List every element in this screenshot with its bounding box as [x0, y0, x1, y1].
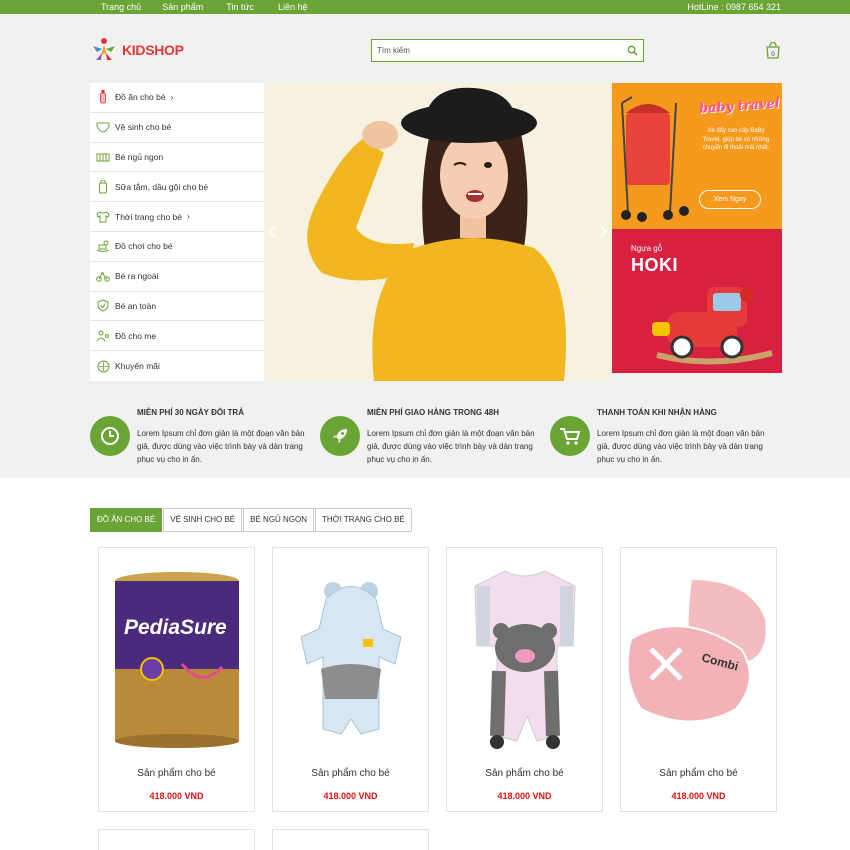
sidebar-item-hygiene[interactable]: Vệ sinh cho bé [90, 113, 264, 143]
feature-desc: Lorem Ipsum chỉ đơn giản là một đoạn văn… [367, 429, 535, 464]
nav-news[interactable]: Tin tức [226, 0, 254, 14]
product-name[interactable]: Sản phẩm cho bé [621, 768, 776, 779]
sidebar-item-label: Bé an toàn [115, 300, 157, 311]
product-name[interactable]: Sản phẩm cho bé [99, 768, 254, 779]
clock-icon [90, 416, 130, 456]
product-brand-text: PediaSure [124, 616, 227, 639]
tab-hygiene[interactable]: VỆ SINH CHO BÉ [163, 508, 243, 532]
sidebar-item-bath[interactable]: Sữa tắm, dầu gội cho bé [90, 172, 264, 203]
sidebar-item-sleep[interactable]: Bé ngủ ngon [90, 143, 264, 173]
logo[interactable]: KIDSHOP [90, 36, 184, 64]
tab-fashion[interactable]: THỜI TRANG CHO BÉ [315, 508, 412, 532]
product-card[interactable] [272, 829, 429, 850]
gift-icon [96, 359, 110, 373]
sidebar-item-label: Vệ sinh cho bé [115, 122, 172, 133]
sidebar-item-label: Đồ chơi cho bé [115, 241, 173, 252]
shampoo-icon [96, 179, 110, 194]
search-box [371, 39, 644, 62]
ad1-text: Xe đẩy cao cấp BaBy Travel, giúp bé có n… [702, 128, 770, 151]
cart-count: 0 [771, 52, 775, 58]
crib-icon [96, 150, 110, 164]
sidebar-item-label: Đồ ăn cho bé [115, 92, 166, 103]
logo-icon [93, 38, 115, 60]
product-price: 418.000 VND [149, 791, 204, 801]
sidebar-item-toys[interactable]: Đồ chơi cho bé [90, 232, 264, 262]
top-nav: Trang chủ Sản phẩm Tin tức Liên hệ [101, 0, 307, 14]
rocket-icon [320, 416, 360, 456]
sidebar-item-label: Thời trang cho bé [115, 211, 182, 222]
ad1-brand: baby travel [698, 96, 781, 117]
cart-icon [550, 416, 590, 456]
chevron-right-icon: › [187, 212, 190, 222]
product-price: 418.000 VND [671, 791, 726, 801]
hotline: HotLine : 0987 654 321 [687, 2, 781, 12]
mother-icon [96, 329, 110, 343]
sidebar-item-label: Bé ra ngoài [115, 271, 159, 282]
ad-rocking-horse[interactable]: Ngựa gỗ HOKI [612, 229, 782, 373]
rocking-horse-illustration [652, 287, 773, 365]
logo-text: KIDSHOP [122, 42, 184, 58]
product-card[interactable]: PediaSure Sản phẩm cho bé 418.000 VND [98, 547, 255, 812]
sidebar-item-mother[interactable]: Đồ cho mẹ [90, 321, 264, 352]
tricycle-icon [96, 269, 110, 283]
feature-title: MIỄN PHÍ 30 NGÀY ĐỔI TRẢ [137, 408, 244, 417]
ad2-subtitle: Ngựa gỗ [631, 244, 663, 253]
feature-title: THANH TOÁN KHI NHẬN HÀNG [597, 408, 717, 417]
sidebar-item-promotion[interactable]: Khuyến mãi [90, 351, 264, 381]
feature-desc: Lorem Ipsum chỉ đơn giản là một đoạn văn… [597, 429, 765, 464]
category-sidebar: Đồ ăn cho bé › Vệ sinh cho bé Bé ngủ ngo… [90, 83, 264, 381]
bottle-icon [96, 90, 110, 104]
sidebar-item-food[interactable]: Đồ ăn cho bé › [90, 83, 264, 113]
sidebar-item-label: Bé ngủ ngon [115, 151, 164, 162]
search-input[interactable] [372, 40, 612, 61]
tab-food[interactable]: ĐỒ ĂN CHO BÉ [90, 508, 163, 532]
banner-prev-arrow[interactable]: ‹ [268, 216, 277, 244]
product-name[interactable]: Sản phẩm cho bé [447, 768, 602, 779]
sidebar-item-label: Khuyến mãi [115, 361, 160, 372]
product-card[interactable]: Sản phẩm cho bé 418.000 VND [446, 547, 603, 812]
shield-icon [96, 299, 110, 313]
stroller-illustration [621, 96, 689, 222]
feature-desc: Lorem Ipsum chỉ đơn giản là một đoạn văn… [137, 429, 305, 464]
cart-bag-icon[interactable]: 0 [765, 42, 781, 59]
banner-woman-illustration [264, 83, 612, 381]
search-icon[interactable] [627, 45, 638, 56]
sidebar-item-label: Sữa tắm, dầu gội cho bé [115, 181, 209, 192]
product-image-romper[interactable] [273, 556, 428, 761]
product-tabs: ĐỒ ĂN CHO BÉ VỆ SINH CHO BÉ BÉ NGỦ NGON … [90, 508, 413, 532]
chevron-right-icon: › [170, 92, 174, 102]
nav-contact[interactable]: Liên hệ [278, 0, 308, 14]
tab-sleep[interactable]: BÉ NGỦ NGON [243, 508, 315, 532]
product-price: 418.000 VND [497, 791, 552, 801]
product-card[interactable]: Combi Sản phẩm cho bé 418.000 VND [620, 547, 777, 812]
view-now-button[interactable]: Xem Ngay [699, 190, 761, 209]
nav-home[interactable]: Trang chủ [101, 0, 141, 14]
sidebar-item-outdoor[interactable]: Bé ra ngoài [90, 262, 264, 292]
sidebar-item-fashion[interactable]: Thời trang cho bé › [90, 202, 264, 232]
product-image-milk-can[interactable]: PediaSure [99, 556, 254, 761]
product-card[interactable]: Sản phẩm cho bé 418.000 VND [272, 547, 429, 812]
banner-next-arrow[interactable]: › [599, 216, 608, 244]
product-name[interactable]: Sản phẩm cho bé [273, 768, 428, 779]
sidebar-item-label: Đồ cho mẹ [115, 330, 157, 341]
nav-products[interactable]: Sản phẩm [162, 0, 203, 14]
product-image-sleepsuit[interactable] [447, 556, 602, 761]
ad-stroller[interactable]: baby travel Xe đẩy cao cấp BaBy Travel, … [612, 83, 782, 229]
rocking-horse-icon [96, 239, 110, 253]
hero-banner[interactable]: ‹ › [264, 83, 612, 381]
feature-title: MIỄN PHÍ GIAO HÀNG TRONG 48H [367, 408, 500, 417]
product-price: 418.000 VND [323, 791, 378, 801]
product-card[interactable] [98, 829, 255, 850]
shirt-icon [96, 210, 110, 224]
product-image-baby-shoes[interactable]: Combi [621, 556, 776, 761]
sidebar-item-safety[interactable]: Bé an toàn [90, 292, 264, 322]
diaper-icon [96, 120, 110, 134]
